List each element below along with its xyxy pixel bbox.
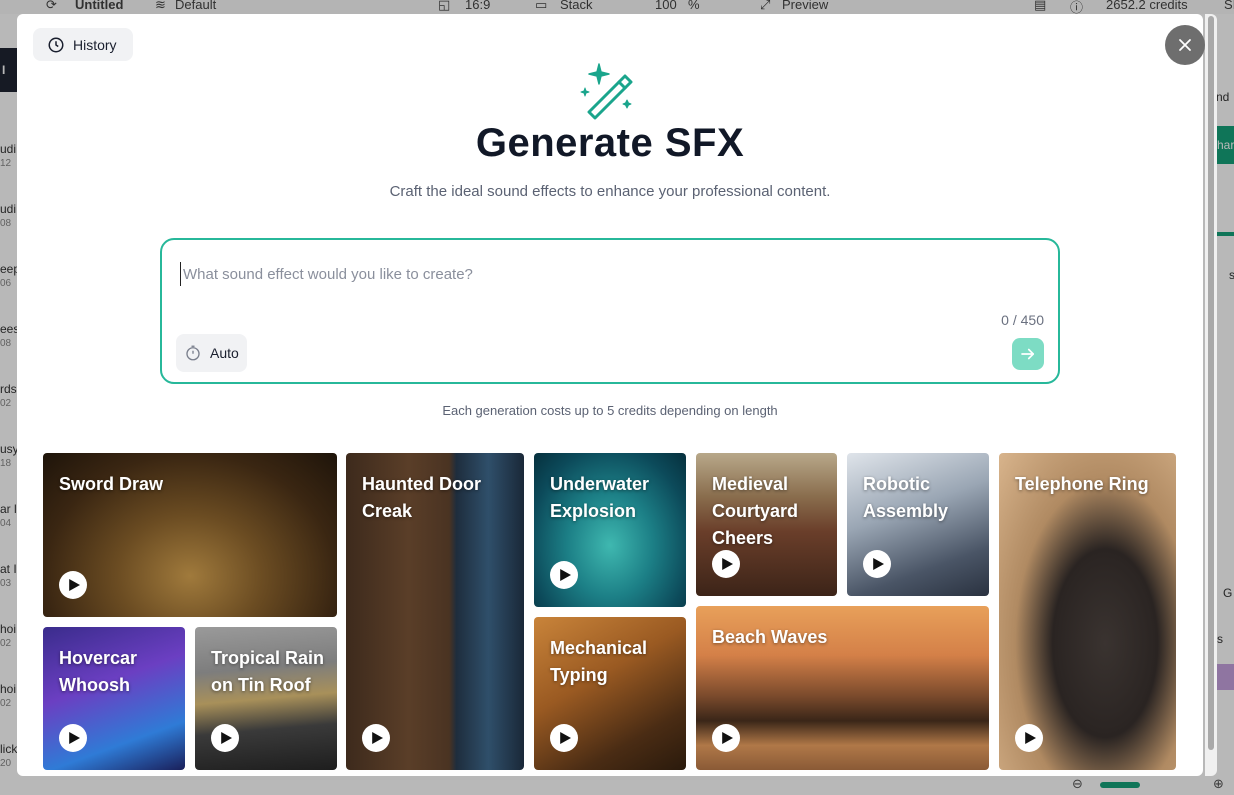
play-button[interactable] [863, 550, 891, 578]
preset-card-haunted-door[interactable]: Haunted Door Creak [346, 453, 524, 770]
scrollbar-thumb[interactable] [1208, 16, 1214, 750]
close-icon [1179, 39, 1191, 51]
play-icon [69, 579, 80, 591]
play-icon [722, 558, 733, 570]
page-title: Generate SFX [475, 121, 745, 165]
preset-label: Telephone Ring [1015, 474, 1149, 494]
preset-card-telephone-ring[interactable]: Telephone Ring [999, 453, 1176, 770]
play-icon [873, 558, 884, 570]
preset-label: Robotic Assembly [863, 474, 949, 521]
preset-card-sword-draw[interactable]: Sword Draw [43, 453, 337, 617]
sfx-prompt-input[interactable] [180, 262, 1020, 286]
preset-label: Mechanical Typing [550, 638, 648, 685]
prompt-box: 0 / 450 Auto [160, 238, 1060, 384]
cost-note: Each generation costs up to 5 credits de… [442, 403, 778, 418]
generate-sfx-modal: History Generate SFX Craft the ideal sou… [17, 14, 1203, 776]
magic-wand-icon [580, 63, 633, 120]
preset-card-beach-waves[interactable]: Beach Waves [696, 606, 989, 770]
history-button[interactable]: History [33, 28, 133, 61]
play-icon [560, 569, 571, 581]
play-button[interactable] [211, 724, 239, 752]
play-icon [1025, 732, 1036, 744]
play-button[interactable] [550, 561, 578, 589]
preset-card-robotic-assembly[interactable]: Robotic Assembly [847, 453, 989, 596]
play-button[interactable] [1015, 724, 1043, 752]
play-icon [560, 732, 571, 744]
stopwatch-icon [186, 345, 200, 361]
close-button[interactable] [1165, 25, 1205, 65]
generate-button[interactable] [1012, 338, 1044, 370]
play-button[interactable] [59, 571, 87, 599]
preset-label: Underwater Explosion [550, 474, 650, 521]
play-button[interactable] [550, 724, 578, 752]
play-button[interactable] [712, 550, 740, 578]
preset-card-underwater-explosion[interactable]: Underwater Explosion [534, 453, 686, 607]
clock-icon [48, 37, 64, 52]
page-subtitle: Craft the ideal sound effects to enhance… [389, 183, 831, 200]
play-button[interactable] [59, 724, 87, 752]
history-label: History [73, 36, 117, 53]
preset-label: Haunted Door Creak [362, 474, 481, 521]
duration-label: Auto [210, 345, 239, 361]
character-counter: 0 / 450 [1001, 312, 1044, 328]
preset-card-tropical-rain[interactable]: Tropical Rain on Tin Roof [195, 627, 337, 770]
play-icon [69, 732, 80, 744]
duration-button[interactable]: Auto [176, 334, 247, 372]
preset-label: Sword Draw [59, 474, 164, 494]
arrow-right-icon [1021, 348, 1035, 360]
preset-label: Beach Waves [712, 627, 828, 647]
play-icon [722, 732, 733, 744]
play-button[interactable] [362, 724, 390, 752]
play-icon [221, 732, 232, 744]
preset-label: Tropical Rain on Tin Roof [211, 648, 325, 695]
play-button[interactable] [712, 724, 740, 752]
play-icon [372, 732, 383, 744]
modal-scrollbar[interactable] [1205, 14, 1217, 776]
preset-card-mechanical-typing[interactable]: Mechanical Typing [534, 617, 686, 770]
preset-label: Medieval Courtyard Cheers [712, 474, 799, 548]
preset-label: Hovercar Whoosh [59, 648, 138, 695]
preset-card-medieval-courtyard[interactable]: Medieval Courtyard Cheers [696, 453, 837, 596]
preset-card-hovercar-whoosh[interactable]: Hovercar Whoosh [43, 627, 185, 770]
